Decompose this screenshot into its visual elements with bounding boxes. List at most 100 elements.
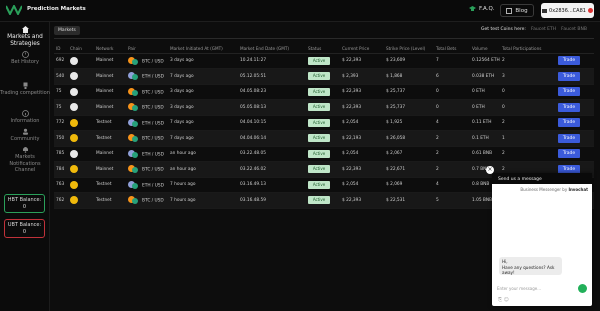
cell-end: 10.24.11:27 bbox=[238, 53, 306, 69]
table-row[interactable]: 75 Mainnet BTC / USD 3 days ago 05.05.08:13 A… bbox=[54, 99, 594, 116]
end-date: 04.04.06:14 bbox=[240, 135, 267, 141]
chat-subtitle-prefix: Business Messenger by bbox=[520, 187, 568, 192]
status-badge: Active bbox=[308, 149, 330, 158]
market-id: 750 bbox=[56, 135, 65, 141]
cell-id: 75 bbox=[54, 99, 68, 116]
cell-volume: 0 ETH bbox=[470, 99, 500, 116]
sidebar-item-label: Markets Notifications Channel bbox=[9, 154, 41, 173]
network-name: Testnet bbox=[96, 120, 112, 126]
sidebar-item-markets[interactable]: Markets and Strategies bbox=[0, 26, 50, 48]
cell-status: Active bbox=[306, 161, 340, 178]
cell-volume: 0.1 ETH bbox=[470, 130, 500, 147]
cell-initiated: 7 days ago bbox=[168, 115, 238, 131]
wallet-button[interactable]: 0x2836...CA81 bbox=[541, 3, 594, 18]
cell-initiated: 7 hours ago bbox=[168, 192, 238, 209]
cell-current: $ 22,393 bbox=[340, 84, 384, 100]
end-date: 04.05.08:23 bbox=[240, 89, 267, 95]
disconnect-icon[interactable] bbox=[587, 8, 593, 13]
attachment-icon[interactable]: ⎘ bbox=[498, 297, 502, 303]
emoji-icon[interactable]: ☺ bbox=[504, 297, 509, 303]
cell-action: Trade bbox=[556, 53, 594, 69]
chat-title: Send us a message bbox=[492, 173, 592, 184]
current-price: $ 2,054 bbox=[342, 151, 359, 157]
cell-pair: ETH / USD bbox=[126, 68, 168, 85]
total-bets: 2 bbox=[436, 166, 439, 172]
trade-button[interactable]: Trade bbox=[558, 133, 580, 143]
cell-bets: 5 bbox=[434, 192, 470, 209]
community-icon bbox=[22, 128, 28, 135]
current-price: $ 2,054 bbox=[342, 182, 359, 188]
cell-current: $ 2,393 bbox=[340, 68, 384, 85]
initiated-at: 3 days ago bbox=[170, 58, 194, 64]
sidebar-item-bet-history[interactable]: Bet History bbox=[0, 51, 50, 66]
table-row[interactable]: 75 Mainnet BTC / USD 3 days ago 04.05.08:23 A… bbox=[54, 84, 594, 100]
cell-pair: BTC / USD bbox=[126, 99, 168, 116]
brand-title: Prediction Markets bbox=[27, 6, 86, 12]
chat-message-input[interactable]: Enter your message... bbox=[497, 286, 572, 291]
status-badge: Active bbox=[308, 180, 330, 189]
cell-status: Active bbox=[306, 192, 340, 209]
cell-pair: ETH / USD bbox=[126, 146, 168, 162]
trade-button[interactable]: Trade bbox=[558, 56, 580, 66]
col-header: Total Participations bbox=[500, 44, 556, 54]
faucet-bnb-link[interactable]: Faucet BNB bbox=[561, 27, 587, 32]
cell-network: Testnet bbox=[94, 192, 126, 209]
sidebar-item-trading-competition[interactable]: Trading competition bbox=[0, 82, 50, 97]
cell-network: Testnet bbox=[94, 130, 126, 147]
network-name: Mainnet bbox=[96, 89, 114, 95]
logo-icon[interactable] bbox=[6, 5, 22, 15]
table-row[interactable]: 692 Mainnet BTC / USD 3 days ago 10.24.11:27… bbox=[54, 53, 594, 69]
status-badge: Active bbox=[308, 196, 330, 205]
sidebar-item-community[interactable]: Community bbox=[0, 128, 50, 143]
cell-network: Mainnet bbox=[94, 68, 126, 85]
cell-participations: 2 bbox=[500, 53, 556, 69]
chain-icon bbox=[70, 180, 78, 189]
market-id: 772 bbox=[56, 120, 65, 126]
trade-button[interactable]: Trade bbox=[558, 149, 580, 159]
current-price: $ 22,393 bbox=[342, 58, 362, 64]
trade-button[interactable]: Trade bbox=[558, 102, 580, 112]
cell-chain bbox=[68, 146, 94, 162]
cell-initiated: 3 days ago bbox=[168, 53, 238, 69]
initiated-at: 3 days ago bbox=[170, 104, 194, 110]
volume: 0.61 BNB bbox=[472, 151, 493, 157]
end-date: 05.12.05:51 bbox=[240, 73, 267, 79]
blog-button[interactable]: Blog bbox=[500, 4, 534, 17]
cell-action: Trade bbox=[556, 99, 594, 116]
send-icon[interactable] bbox=[578, 284, 587, 293]
market-id: 692 bbox=[56, 58, 65, 64]
eth-usd-icon bbox=[128, 118, 140, 127]
cell-strike: $ 1,925 bbox=[384, 115, 434, 131]
sidebar-item-notifications[interactable]: Markets Notifications Channel bbox=[0, 146, 50, 174]
trade-button[interactable]: Trade bbox=[558, 87, 580, 97]
eth-usd-icon bbox=[128, 180, 140, 189]
cell-participations: 0 bbox=[500, 84, 556, 100]
strike-price: $ 25,737 bbox=[386, 104, 406, 110]
blog-icon bbox=[506, 7, 513, 14]
table-row[interactable]: 750 Testnet BTC / USD 7 days ago 04.04.06:14… bbox=[54, 130, 594, 147]
table-row[interactable]: 540 Mainnet ETH / USD 7 days ago 05.12.05:51… bbox=[54, 68, 594, 85]
cell-chain bbox=[68, 177, 94, 193]
col-header: Total Bets bbox=[434, 44, 470, 54]
volume: 0.11 ETH bbox=[472, 120, 492, 126]
sidebar-item-information[interactable]: Information bbox=[0, 110, 50, 125]
cell-current: $ 22,393 bbox=[340, 99, 384, 116]
cell-pair: BTC / USD bbox=[126, 161, 168, 178]
table-row[interactable]: 785 Mainnet ETH / USD an hour ago 03.22.48.0… bbox=[54, 146, 594, 162]
network-name: Testnet bbox=[96, 182, 112, 188]
end-date: 03.16.48.59 bbox=[240, 197, 266, 203]
sidebar-item-label: Community bbox=[10, 136, 40, 142]
hbt-balance-label: HBT Balance: bbox=[7, 197, 42, 203]
market-id: 762 bbox=[56, 197, 65, 203]
trade-button[interactable]: Trade bbox=[558, 118, 580, 128]
tab-markets[interactable]: Markets bbox=[54, 26, 80, 35]
cell-chain bbox=[68, 84, 94, 100]
faucet-eth-link[interactable]: Faucet ETH bbox=[531, 27, 556, 32]
cell-network: Mainnet bbox=[94, 146, 126, 162]
close-icon[interactable]: × bbox=[486, 166, 494, 174]
trade-button[interactable]: Trade bbox=[558, 71, 580, 81]
faq-link[interactable]: F.A.Q. bbox=[469, 6, 495, 12]
cell-action: Trade bbox=[556, 115, 594, 131]
network-name: Testnet bbox=[96, 135, 112, 141]
table-row[interactable]: 772 Testnet ETH / USD 7 days ago 04.04.10:15… bbox=[54, 115, 594, 131]
